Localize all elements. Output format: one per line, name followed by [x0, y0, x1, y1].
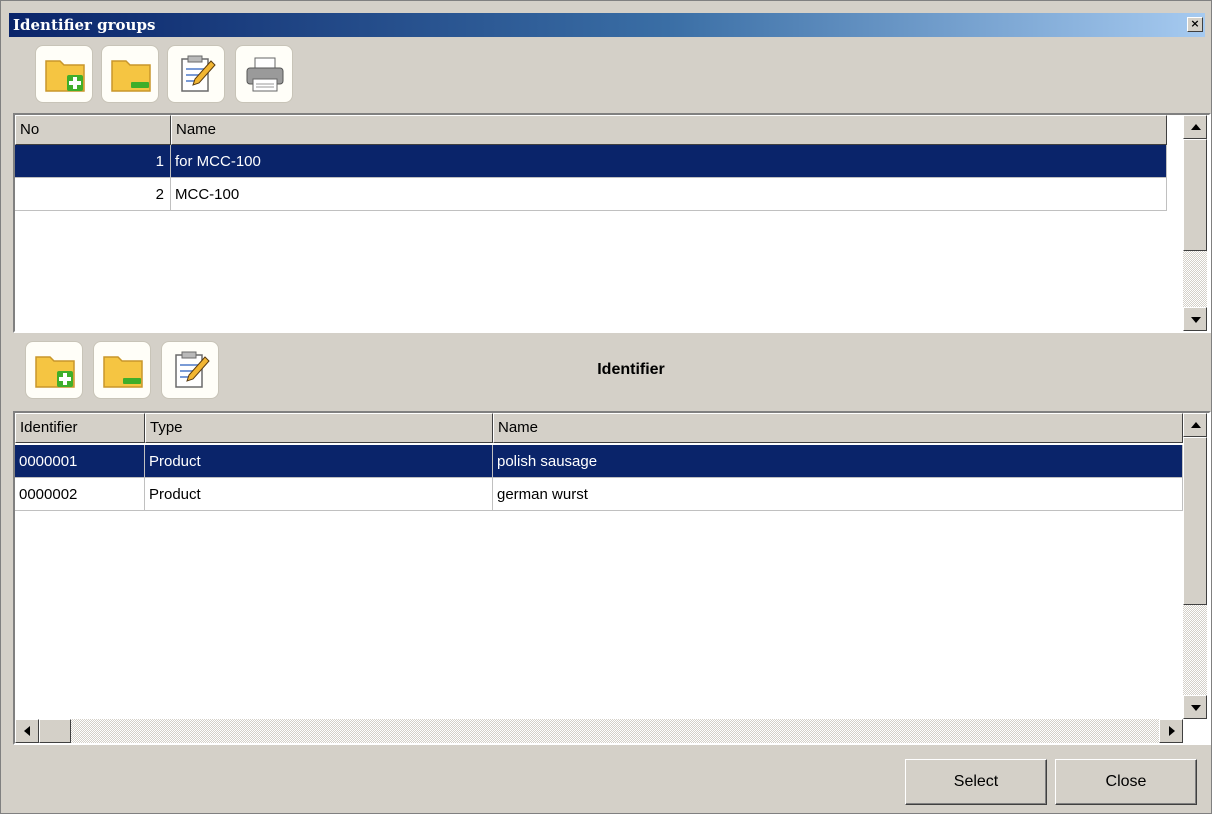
section-title: Identifier	[597, 361, 665, 378]
title-bar[interactable]: Identifier groups ×	[9, 13, 1205, 37]
add-identifier-button[interactable]	[25, 341, 83, 399]
column-header-name[interactable]: Name	[171, 115, 1167, 145]
identifier-groups-window: Identifier groups × No Name 1 for MCC-10…	[0, 0, 1212, 814]
identifier-cell: 0000002	[15, 478, 145, 511]
scroll-right-icon[interactable]	[1159, 719, 1183, 743]
scroll-down-icon[interactable]	[1183, 695, 1207, 719]
folder-remove-icon	[103, 356, 143, 388]
group-name-cell: MCC-100	[171, 178, 1167, 211]
type-cell: Product	[145, 445, 493, 478]
close-icon[interactable]: ×	[1187, 17, 1203, 32]
remove-group-button[interactable]	[101, 45, 159, 103]
column-header-type[interactable]: Type	[145, 413, 493, 443]
column-header-identifier[interactable]: Identifier	[15, 413, 145, 443]
scroll-up-icon[interactable]	[1183, 115, 1207, 139]
printer-icon	[246, 57, 284, 92]
name-cell: german wurst	[493, 478, 1183, 511]
close-button[interactable]: Close	[1055, 759, 1197, 805]
column-header-name[interactable]: Name	[493, 413, 1183, 443]
groups-vertical-scrollbar[interactable]	[1183, 115, 1207, 331]
folder-add-icon	[35, 356, 75, 388]
scroll-down-icon[interactable]	[1183, 307, 1207, 331]
edit-group-button[interactable]	[167, 45, 225, 103]
groups-table: No Name 1 for MCC-100 2 MCC-100	[13, 113, 1211, 333]
identifier-horizontal-scrollbar[interactable]	[15, 719, 1183, 743]
edit-note-icon	[181, 55, 216, 92]
scroll-up-icon[interactable]	[1183, 413, 1207, 437]
remove-identifier-button[interactable]	[93, 341, 151, 399]
folder-add-icon	[45, 60, 85, 92]
type-cell: Product	[145, 478, 493, 511]
identifier-table: Identifier Type Name 0000001 Product pol…	[13, 411, 1211, 745]
scroll-thumb[interactable]	[1183, 139, 1207, 251]
print-button[interactable]	[235, 45, 293, 103]
identifier-cell: 0000001	[15, 445, 145, 478]
select-button[interactable]: Select	[905, 759, 1047, 805]
scroll-left-icon[interactable]	[15, 719, 39, 743]
edit-identifier-button[interactable]	[161, 341, 219, 399]
window-title: Identifier groups	[13, 16, 156, 34]
add-group-button[interactable]	[35, 45, 93, 103]
identifier-vertical-scrollbar[interactable]	[1183, 413, 1207, 719]
group-name-cell: for MCC-100	[171, 145, 1167, 178]
folder-remove-icon	[111, 60, 151, 92]
group-no-cell: 1	[15, 145, 171, 178]
scroll-thumb[interactable]	[39, 719, 71, 743]
name-cell: polish sausage	[493, 445, 1183, 478]
column-header-no[interactable]: No	[15, 115, 171, 145]
edit-note-icon	[175, 351, 210, 388]
group-no-cell: 2	[15, 178, 171, 211]
scroll-thumb[interactable]	[1183, 437, 1207, 605]
